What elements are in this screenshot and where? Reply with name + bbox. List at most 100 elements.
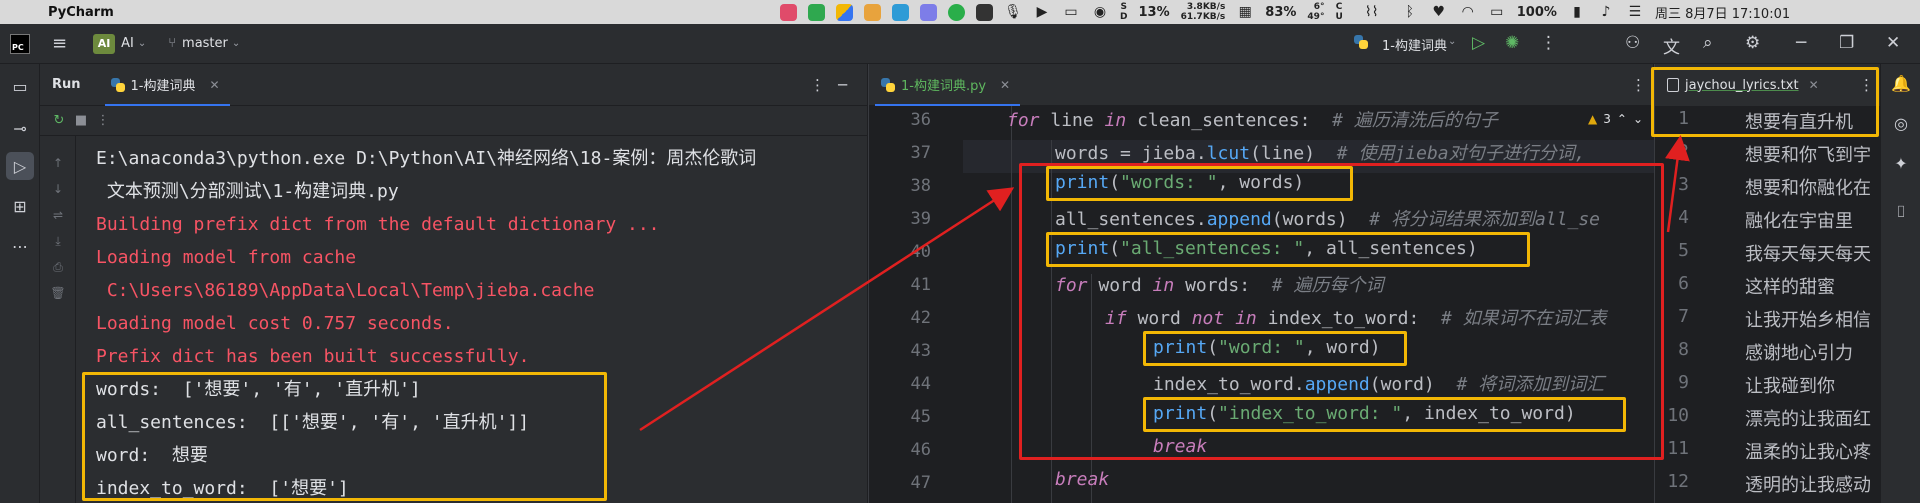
line-number: 40	[910, 242, 931, 262]
tab-options-icon[interactable]: ⋮	[1859, 76, 1874, 94]
temperature: 6° 49°	[1307, 2, 1324, 22]
run-tab[interactable]: 1-构建词典 ✕	[104, 64, 230, 106]
translate-icon[interactable]: 文	[1663, 33, 1680, 58]
lyrics-line-number: 1	[1678, 108, 1689, 129]
search-icon[interactable]: ⌕	[1703, 33, 1713, 53]
play-icon[interactable]: ▶	[1033, 4, 1051, 20]
evernote-icon[interactable]	[808, 3, 825, 21]
scroll-up-icon[interactable]: ↑	[48, 156, 68, 170]
add-user-icon[interactable]: ⚇	[1625, 33, 1640, 53]
close-tab-icon[interactable]: ✕	[1000, 78, 1010, 92]
user-circle-icon[interactable]: ◉	[1091, 4, 1109, 20]
tab-options-icon[interactable]: ⋮	[1631, 76, 1646, 94]
main-menu-icon[interactable]: ≡	[52, 33, 67, 54]
close-tab-icon[interactable]: ✕	[1809, 78, 1819, 92]
bookmarks-icon[interactable]: ⌷	[1889, 202, 1913, 222]
left-tool-strip: ▭ ⊸ ▷ ⊞ ⋯	[0, 64, 40, 503]
more-options-icon[interactable]: ⋮	[1540, 33, 1557, 53]
code-editor: 1-构建词典.py ✕ ⋮ 36 37 38 39 40 41 42 43 44 45 46 47 f…	[868, 64, 1654, 503]
activity-icon[interactable]: ♥	[1430, 4, 1448, 20]
apps-icon[interactable]	[836, 3, 853, 21]
code-area[interactable]: for line in clean_sentences: # 遍历清洗后的句子 …	[963, 106, 1654, 503]
project-name[interactable]: AI	[121, 36, 134, 51]
line-number: 38	[910, 176, 931, 196]
commit-icon[interactable]: ⊸	[6, 114, 34, 142]
print-icon[interactable]: ⎙	[48, 260, 68, 275]
editor-tab[interactable]: 1-构建词典.py ✕	[874, 64, 1021, 106]
restore-window-icon[interactable]: ❐	[1839, 33, 1854, 53]
datetime[interactable]: 周三 8月7日 17:10:01	[1655, 3, 1790, 22]
debug-icon[interactable]: ✺	[1505, 33, 1519, 53]
ai-assistant-icon[interactable]: ◎	[1889, 114, 1913, 133]
settings-gear-icon[interactable]: ⚙	[1745, 33, 1760, 53]
battery-icon[interactable]: ▮	[1568, 4, 1586, 20]
panel-options-icon[interactable]: ⋮	[810, 76, 825, 94]
lyrics-line-text: 透明的让我感动	[1745, 475, 1871, 496]
rerun-icon[interactable]: ↻	[48, 113, 70, 128]
volume-icon[interactable]: ♪	[1597, 4, 1615, 20]
code-text: word	[1087, 275, 1153, 296]
console-line: Prefix dict has been built successfully.	[96, 346, 530, 367]
chevron-down-icon[interactable]: ⌄	[1633, 112, 1643, 126]
project-folder-icon[interactable]: ▭	[6, 72, 34, 100]
code-text: , index_to_word)	[1402, 403, 1576, 424]
soft-wrap-icon[interactable]: ⇌	[48, 208, 68, 222]
control-center-icon[interactable]: ☰	[1626, 4, 1644, 20]
cpu-graph-icon[interactable]: ⌇⌇	[1354, 4, 1390, 20]
code-line-42: if word not in index_to_word: # 如果词不在词汇表	[1105, 304, 1607, 330]
nvidia-icon[interactable]	[976, 3, 993, 21]
keyword-break: break	[1153, 436, 1208, 457]
wifi-icon[interactable]: ◠	[1459, 4, 1477, 20]
structure-icon[interactable]: ⊞	[6, 192, 34, 220]
bluetooth-icon[interactable]: ᛒ	[1401, 4, 1419, 20]
lyrics-line-text: 感谢地心引力	[1745, 343, 1853, 364]
lyrics-line-text: 让我开始乡相信	[1745, 310, 1871, 331]
code-text: (line)	[1250, 143, 1337, 164]
run-tool-icon[interactable]: ▷	[6, 152, 34, 180]
display-icon[interactable]: ▭	[1488, 4, 1506, 20]
close-window-icon[interactable]: ✕	[1886, 33, 1900, 53]
shield-icon[interactable]	[892, 3, 909, 21]
notes-icon[interactable]	[864, 3, 881, 21]
code-text: , words)	[1217, 172, 1305, 193]
console-line: words: ['想要', '有', '直升机']	[96, 379, 421, 400]
clear-console-icon[interactable]: 🗑	[48, 286, 68, 300]
hide-panel-icon[interactable]: ─	[838, 76, 847, 94]
run-config-name[interactable]: 1-构建词典	[1382, 35, 1447, 54]
app-name-menu[interactable]: PyCharm	[48, 5, 114, 20]
more-options-icon[interactable]: ⋮	[92, 113, 114, 128]
code-line-43: print("word: ", word)	[1153, 337, 1381, 358]
run-toolbar: ↻ ■ ⋮	[40, 106, 867, 136]
branch-name[interactable]: master	[182, 36, 228, 51]
run-icon[interactable]: ▷	[1472, 33, 1485, 53]
code-text: (words)	[1271, 209, 1370, 230]
console-output[interactable]: E:\anaconda3\python.exe D:\Python\AI\神经网…	[96, 142, 756, 503]
builtin-print: print	[1153, 403, 1208, 424]
sidebar-toggle-icon[interactable]: ▭	[1062, 4, 1080, 20]
plugin-icon[interactable]: ✦	[1889, 154, 1913, 173]
console-gutter: ↑ ↓ ⇌ ⤓ ⎙ 🗑	[40, 136, 76, 503]
game-icon[interactable]	[780, 3, 797, 21]
close-tab-icon[interactable]: ✕	[210, 78, 220, 92]
code-text: index_to_word.	[1153, 374, 1305, 395]
project-badge-icon[interactable]: AI	[93, 33, 116, 54]
code-line-40: print("all_sentences: ", all_sentences)	[1055, 238, 1478, 259]
inspection-widget[interactable]: ▲ 3 ⌃ ⌄	[1588, 112, 1643, 126]
lyrics-tab-label[interactable]: jaychou_lyrics.txt	[1685, 78, 1799, 93]
chevron-down-icon[interactable]: ⌄	[1448, 36, 1456, 47]
microphone-icon[interactable]: 🎙	[1004, 4, 1022, 20]
minimize-window-icon[interactable]: ─	[1796, 33, 1806, 53]
chevron-up-icon[interactable]: ⌃	[1617, 112, 1627, 126]
chevron-down-icon[interactable]: ⌄	[138, 38, 146, 49]
keyword-if: if	[1105, 308, 1127, 329]
scroll-down-icon[interactable]: ↓	[48, 182, 68, 196]
notifications-bell-icon[interactable]: 🔔	[1889, 74, 1913, 93]
wechat-icon[interactable]	[948, 3, 965, 21]
line-number: 46	[910, 440, 931, 460]
discord-icon[interactable]	[920, 3, 937, 21]
scroll-to-end-icon[interactable]: ⤓	[48, 234, 68, 249]
network-speed: 3.8KB/s 61.7KB/s	[1181, 2, 1226, 22]
stop-icon[interactable]: ■	[70, 113, 92, 128]
chevron-down-icon[interactable]: ⌄	[232, 38, 240, 49]
more-tools-icon[interactable]: ⋯	[6, 232, 34, 260]
